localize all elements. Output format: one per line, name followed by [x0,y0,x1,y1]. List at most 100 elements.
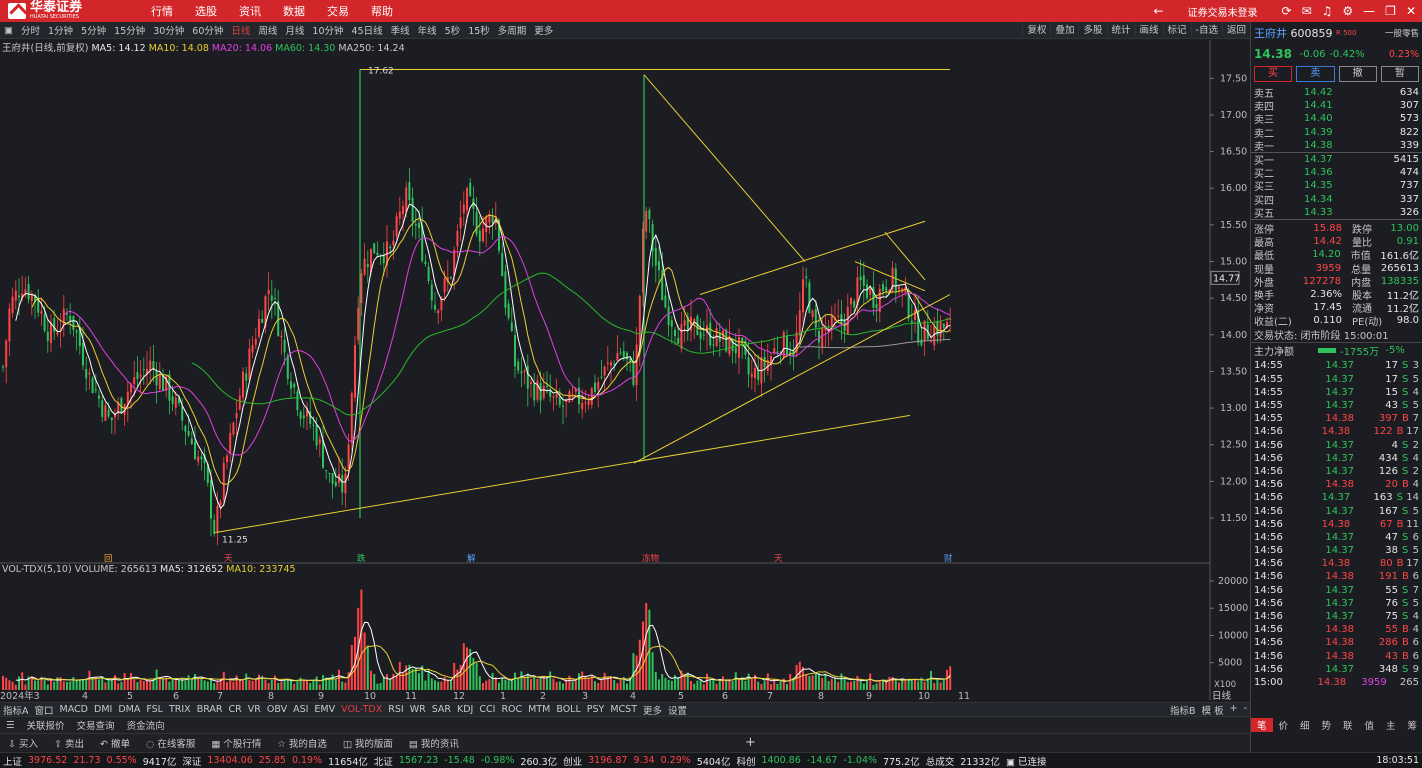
panel-tab[interactable]: 细 [1294,718,1316,732]
period-tab[interactable]: 45日线 [348,23,387,37]
tab-trade-query[interactable]: 交易查询 [71,718,121,732]
stock-quote-action[interactable]: ▦ 个股行情 [203,736,269,750]
menu-toggle-icon[interactable]: ▣ [0,25,17,36]
layout-action[interactable]: ◫ 我的版面 [335,736,401,750]
period-tab[interactable]: 1分钟 [44,23,77,37]
period-tab[interactable]: 分时 [17,23,44,37]
restore-icon[interactable]: ❐ [1385,4,1396,18]
tool-button[interactable]: 复权 [1022,22,1050,36]
indicator-tab[interactable]: MACD [57,704,91,715]
indicator-tab[interactable]: CCI [476,704,498,715]
news-action[interactable]: ▤ 我的资讯 [401,736,467,750]
period-tab[interactable]: 15分钟 [110,23,149,37]
mail-icon[interactable]: ✉ [1302,4,1312,18]
panel-tab[interactable]: 笔 [1251,718,1273,732]
cancel-button[interactable]: 撤 [1338,66,1377,82]
indicator-tab[interactable]: OBV [264,704,290,715]
panel-tab[interactable]: 筹 [1402,718,1422,732]
tool-button[interactable]: 统计 [1106,22,1135,36]
period-tab[interactable]: 周线 [254,23,281,37]
indicator-tab[interactable]: KDJ [454,704,476,715]
menu-item-news[interactable]: 资讯 [228,3,272,19]
indicator-tab[interactable]: DMI [91,704,115,715]
indicator-tab[interactable]: MCST [607,704,640,715]
indicator-right-button[interactable]: + [1227,703,1241,717]
indicator-tab[interactable]: CR [226,704,245,715]
indicator-tab[interactable]: VR [245,704,264,715]
indicator-tab[interactable]: WR [407,704,429,715]
cancel-action[interactable]: ↶ 撤单 [92,736,138,750]
indicator-tab[interactable]: BOLL [553,704,583,715]
period-tab[interactable]: 10分钟 [308,23,347,37]
sector-label[interactable]: 一般零售 [1385,27,1419,39]
tool-button[interactable]: 返回 [1221,22,1250,36]
indicator-tab[interactable]: DMA [115,704,143,715]
add-icon[interactable]: + [737,735,764,750]
period-tab[interactable]: 季线 [387,23,414,37]
period-tab[interactable]: 更多 [530,23,557,37]
indicator-right-button[interactable]: 指标B [1167,703,1199,717]
tool-button[interactable]: 画线 [1134,22,1163,36]
kline-chart[interactable]: 17.50 17.00 16.50 16.00 15.50 15.00 14.50 14.00… [0,40,1250,700]
refresh-icon[interactable]: ⟳ [1282,4,1292,18]
indicator-right-button[interactable]: - [1241,703,1250,717]
indicator-tab[interactable]: BRAR [194,704,226,715]
indicator-tab[interactable]: MTM [525,704,553,715]
index-name[interactable]: 深证 [179,754,204,768]
bell-icon[interactable]: ♫ [1322,4,1333,18]
menu-item-data[interactable]: 数据 [272,3,316,19]
period-tab-active[interactable]: 日线 [227,23,254,37]
login-status[interactable]: 证券交易未登录 [1174,4,1272,19]
tool-button[interactable]: -自选 [1190,22,1222,36]
minimize-icon[interactable]: — [1363,4,1375,18]
tab-related-quotes[interactable]: 关联报价 [21,718,71,732]
index-name[interactable]: 北证 [371,754,396,768]
panel-tab[interactable]: 值 [1359,718,1381,732]
indicator-tab[interactable]: EMV [311,704,338,715]
back-arrow-icon[interactable]: ← [1153,4,1163,18]
connection-status[interactable]: ▣ 已连接 [1003,754,1050,768]
gear-icon[interactable]: ⚙ [1342,4,1353,18]
indicator-tab[interactable]: PSY [584,704,608,715]
period-tab[interactable]: 15秒 [464,23,494,37]
indicator-tab[interactable]: ASI [290,704,311,715]
hold-button[interactable]: 暂 [1380,66,1419,82]
indicator-tab[interactable]: TRIX [166,704,194,715]
period-tab[interactable]: 多周期 [494,23,531,37]
period-tab[interactable]: 年线 [414,23,441,37]
indicator-tab[interactable]: FSL [143,704,166,715]
watchlist-action[interactable]: ☆ 我的自选 [269,736,335,750]
period-tab[interactable]: 5分钟 [77,23,110,37]
sell-action[interactable]: ⇧ 卖出 [46,736,92,750]
indicator-right-button[interactable]: 模 板 [1199,703,1227,717]
tick-list[interactable]: 14:55 14.37 17 S 3 14:55 14.37 17 S 5 14:55 14.37 15… [1251,359,1422,689]
period-tab[interactable]: 5秒 [441,23,465,37]
menu-item-trade[interactable]: 交易 [316,3,360,19]
indicator-tab[interactable]: 更多 [640,703,665,717]
menu-item-screener[interactable]: 选股 [184,3,228,19]
list-icon[interactable]: ☰ [0,720,21,731]
panel-tab[interactable]: 价 [1273,718,1295,732]
tool-button[interactable]: 叠加 [1050,22,1078,36]
sell-button[interactable]: 卖 [1296,66,1335,82]
tool-button[interactable]: 多股 [1078,22,1106,36]
tab-fund-flow[interactable]: 资金流向 [121,718,171,732]
panel-tab[interactable]: 势 [1316,718,1338,732]
index-name[interactable]: 创业 [560,754,585,768]
index-name[interactable]: 科创 [733,754,758,768]
period-tab[interactable]: 月线 [281,23,308,37]
period-tab[interactable]: 30分钟 [149,23,188,37]
menu-item-help[interactable]: 帮助 [360,3,404,19]
menu-item-quotes[interactable]: 行情 [140,3,184,19]
buy-button[interactable]: 买 [1254,66,1293,82]
indicator-tab[interactable]: VOL-TDX [338,704,385,715]
indicator-tab[interactable]: SAR [429,704,454,715]
indicator-tab[interactable]: 指标A [0,703,32,717]
indicator-tab[interactable]: 窗口 [32,703,57,717]
tool-button[interactable]: 标记 [1162,22,1191,36]
panel-tab[interactable]: 主 [1380,718,1402,732]
support-action[interactable]: ◌ 在线客服 [138,736,203,750]
indicator-tab[interactable]: RSI [385,704,406,715]
panel-tab[interactable]: 联 [1337,718,1359,732]
index-name[interactable]: 上证 [0,754,25,768]
